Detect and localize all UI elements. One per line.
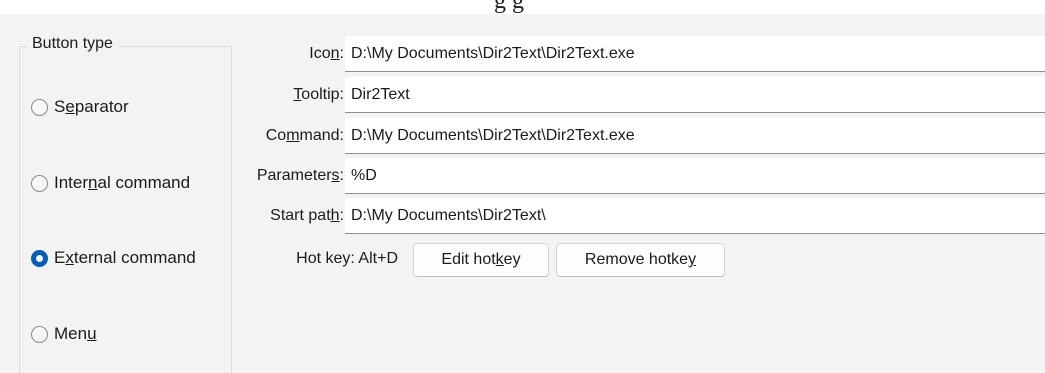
button-settings-panel: Button type Separator Internal command E… <box>0 14 1045 373</box>
radio-label-menu: Menu <box>54 324 97 343</box>
radio-label-separator: Separator <box>54 97 129 116</box>
radio-circle-separator[interactable] <box>31 98 48 116</box>
icon-input[interactable]: D:\My Documents\Dir2Text\Dir2Text.exe <box>345 36 1045 72</box>
edit-hotkey-button[interactable]: Edit hotkey <box>413 243 549 277</box>
button-type-legend: Button type <box>27 34 119 54</box>
hotkey-label-box: Hot key: Alt+D <box>232 241 398 277</box>
parameters-label: Parameters: <box>256 167 344 184</box>
tooltip-input[interactable]: Dir2Text <box>345 77 1045 113</box>
parameters-input[interactable]: %D <box>345 158 1045 194</box>
command-input[interactable]: D:\My Documents\Dir2Text\Dir2Text.exe <box>345 118 1045 154</box>
cropped-title-text: g g <box>494 0 524 14</box>
radio-internal-command[interactable]: Internal command <box>31 171 190 195</box>
command-label-box: Command: <box>232 118 344 154</box>
start-path-label: Start path: <box>270 207 344 224</box>
parameters-label-box: Parameters: <box>232 158 344 194</box>
icon-label-box: Icon: <box>232 36 344 72</box>
tooltip-label: Tooltip: <box>293 86 344 103</box>
remove-hotkey-button[interactable]: Remove hotkey <box>556 243 725 277</box>
radio-label-internal-command: Internal command <box>54 173 191 192</box>
start-path-input[interactable]: D:\My Documents\Dir2Text\ <box>345 198 1045 234</box>
radio-circle-menu[interactable] <box>31 325 48 343</box>
radio-circle-external-command[interactable] <box>31 249 48 267</box>
start-path-label-box: Start path: <box>232 198 344 234</box>
radio-menu[interactable]: Menu <box>31 322 97 346</box>
tooltip-label-box: Tooltip: <box>232 77 344 113</box>
radio-circle-internal-command[interactable] <box>31 174 48 192</box>
radio-external-command[interactable]: External command <box>31 246 196 270</box>
radio-separator[interactable]: Separator <box>31 95 129 119</box>
hotkey-label: Hot key: Alt+D <box>296 250 398 267</box>
icon-label: Icon: <box>309 45 344 62</box>
top-strip: g g <box>0 0 1045 14</box>
radio-label-external-command: External command <box>54 248 196 267</box>
command-label: Command: <box>265 127 344 144</box>
